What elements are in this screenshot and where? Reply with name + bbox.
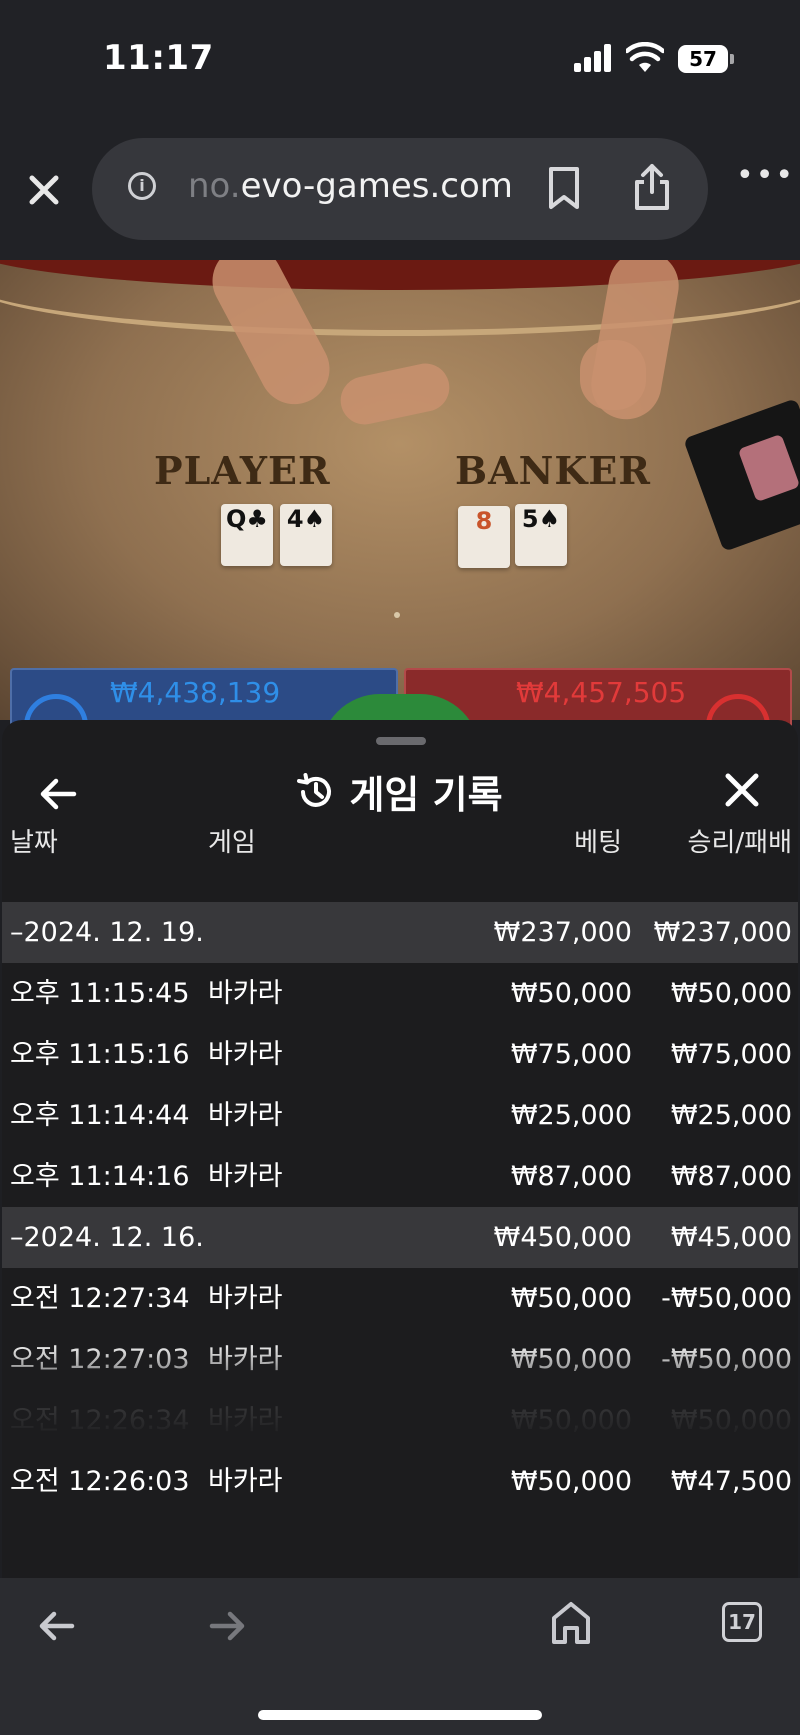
row-winloss: ₩47,500 [670,1466,792,1497]
home-icon[interactable] [550,1600,592,1646]
row-game: 바카라 [208,1100,283,1131]
row-bet: ₩50,000 [510,1466,632,1497]
banker-bet-total: ₩4,457,505 [516,676,687,709]
battery-tip [730,54,734,64]
column-header-game[interactable]: 게임 [208,822,256,859]
row-time: 오전 12:27:34 [10,1283,190,1314]
cellular-signal-icon [574,44,614,72]
table-rim [0,260,800,336]
group-date: –2024. 12. 19. [10,917,204,948]
player-label: PLAYER [154,448,331,493]
history-row[interactable]: 오후 11:14:44 바카라 ₩25,000 ₩25,000 [2,1085,798,1146]
banker-label: BANKER [455,448,651,493]
row-bet: ₩87,000 [510,1161,632,1192]
group-winloss-total: ₩237,000 [653,917,792,948]
row-game: 바카라 [208,1466,283,1497]
column-header-bet[interactable]: 베팅 [574,822,622,859]
row-time: 오전 12:26:03 [10,1466,190,1497]
row-game: 바카라 [208,1039,283,1070]
home-indicator[interactable] [258,1710,542,1720]
tabs-icon[interactable]: 17 [722,1602,762,1642]
url-text[interactable]: no.evo-games.com [188,166,513,206]
history-row[interactable]: 오전 12:27:34 바카라 ₩50,000 -₩50,000 [2,1268,798,1329]
row-time: 오후 11:15:45 [10,978,190,1009]
player-card-2: 4♠ [280,504,332,566]
row-winloss: ₩50,000 [670,978,792,1009]
game-history-panel: 게임 기록 날짜 게임 베팅 승리/패배 –2024. 12. 19. ₩237… [2,720,798,1578]
player-card-1: Q♣ [221,504,273,566]
group-bet-total: ₩450,000 [493,1222,632,1253]
banker-card-1: 8 [458,506,510,568]
date-group-header[interactable]: –2024. 12. 16. ₩450,000 ₩45,000 [2,1207,798,1268]
panel-header: 게임 기록 [2,764,798,819]
history-row[interactable]: 오후 11:15:45 바카라 ₩50,000 ₩50,000 [2,963,798,1024]
player-bet-total: ₩4,438,139 [110,676,281,709]
clock: 11:17 [103,38,214,78]
row-winloss: ₩87,000 [670,1161,792,1192]
row-time: 오후 11:14:44 [10,1100,190,1131]
browser-address-row: i no.evo-games.com ••• [0,120,800,260]
row-winloss: ₩75,000 [670,1039,792,1070]
info-icon[interactable]: i [128,172,156,200]
group-bet-total: ₩237,000 [493,917,632,948]
column-header-date[interactable]: 날짜 [10,822,58,859]
close-icon[interactable] [24,170,64,210]
banker-card-2: 5♠ [515,504,567,566]
battery-icon: 57 [678,45,728,73]
row-winloss: ₩25,000 [670,1100,792,1131]
share-icon[interactable] [632,162,672,212]
browser-back-icon[interactable] [36,1606,76,1646]
date-group-header[interactable]: –2024. 12. 19. ₩237,000 ₩237,000 [2,902,798,963]
close-panel-icon[interactable] [722,770,762,810]
row-bet: ₩75,000 [510,1039,632,1070]
wifi-icon [626,42,664,72]
live-video-feed[interactable]: PLAYER BANKER Q♣ 4♠ 8 5♠ [0,260,800,720]
row-bet: ₩25,000 [510,1100,632,1131]
sheet-grabber[interactable] [376,737,426,745]
history-row[interactable]: 오후 11:15:16 바카라 ₩75,000 ₩75,000 [2,1024,798,1085]
column-header-winloss[interactable]: 승리/패배 [688,822,792,859]
bookmark-icon[interactable] [547,166,581,210]
dealer-right-hand [580,340,646,410]
status-bar: 11:17 57 [0,0,800,120]
panel-title: 게임 기록 [349,773,503,817]
row-time: 오후 11:14:16 [10,1161,190,1192]
row-bet: ₩50,000 [510,1283,632,1314]
group-winloss-total: ₩45,000 [670,1222,792,1253]
address-bar[interactable]: i no.evo-games.com [92,138,708,240]
row-bet: ₩50,000 [510,978,632,1009]
row-time: 오후 11:15:16 [10,1039,190,1070]
table-marker [394,612,400,618]
scroll-fade [2,1340,798,1440]
history-row[interactable]: 오전 12:26:03 바카라 ₩50,000 ₩47,500 [2,1451,798,1512]
browser-forward-icon[interactable] [208,1606,248,1646]
more-icon[interactable]: ••• [736,158,795,193]
history-row[interactable]: 오후 11:14:16 바카라 ₩87,000 ₩87,000 [2,1146,798,1207]
group-date: –2024. 12. 16. [10,1222,204,1253]
row-game: 바카라 [208,1283,283,1314]
history-icon [297,772,332,807]
dealer-left-hand [336,359,454,429]
row-winloss: -₩50,000 [661,1283,792,1314]
row-game: 바카라 [208,978,283,1009]
row-game: 바카라 [208,1161,283,1192]
